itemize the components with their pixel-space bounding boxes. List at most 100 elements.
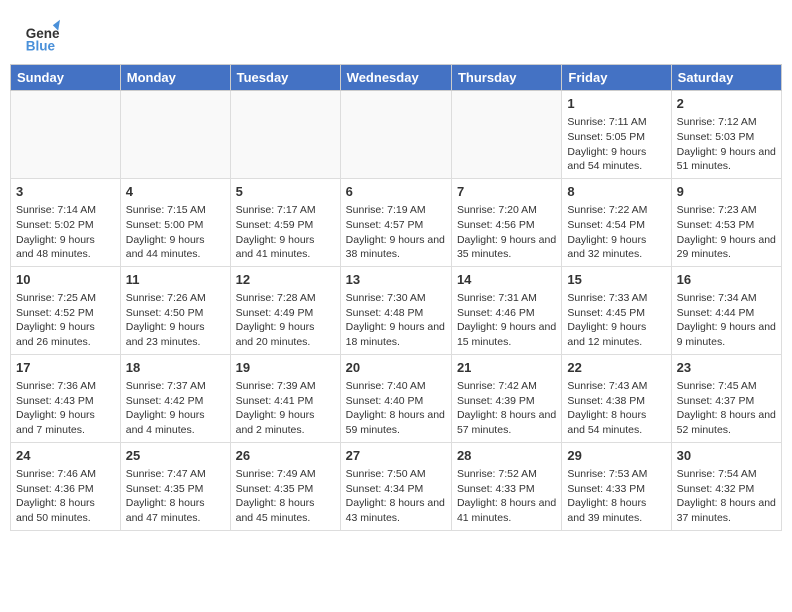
day-cell: 20 Sunrise: 7:40 AM Sunset: 4:40 PM Dayli… — [340, 354, 451, 442]
day-number: 12 — [236, 271, 335, 289]
day-cell: 11 Sunrise: 7:26 AM Sunset: 4:50 PM Dayli… — [120, 266, 230, 354]
weekday-row: SundayMondayTuesdayWednesdayThursdayFrid… — [11, 65, 782, 91]
day-info: Sunrise: 7:50 AM Sunset: 4:34 PM Dayligh… — [346, 467, 446, 526]
day-info: Sunrise: 7:54 AM Sunset: 4:32 PM Dayligh… — [677, 467, 776, 526]
day-info: Sunrise: 7:39 AM Sunset: 4:41 PM Dayligh… — [236, 379, 335, 438]
day-info: Sunrise: 7:11 AM Sunset: 5:05 PM Dayligh… — [567, 115, 665, 174]
day-cell: 1 Sunrise: 7:11 AM Sunset: 5:05 PM Daylig… — [562, 91, 671, 179]
day-cell: 5 Sunrise: 7:17 AM Sunset: 4:59 PM Daylig… — [230, 178, 340, 266]
day-number: 21 — [457, 359, 556, 377]
day-info: Sunrise: 7:17 AM Sunset: 4:59 PM Dayligh… — [236, 203, 335, 262]
day-number: 14 — [457, 271, 556, 289]
day-number: 8 — [567, 183, 665, 201]
logo: General Blue — [24, 18, 64, 54]
day-number: 25 — [126, 447, 225, 465]
day-info: Sunrise: 7:15 AM Sunset: 5:00 PM Dayligh… — [126, 203, 225, 262]
day-info: Sunrise: 7:52 AM Sunset: 4:33 PM Dayligh… — [457, 467, 556, 526]
week-row-5: 24 Sunrise: 7:46 AM Sunset: 4:36 PM Dayli… — [11, 442, 782, 530]
day-info: Sunrise: 7:34 AM Sunset: 4:44 PM Dayligh… — [677, 291, 776, 350]
day-number: 23 — [677, 359, 776, 377]
svg-text:Blue: Blue — [26, 38, 56, 53]
day-number: 2 — [677, 95, 776, 113]
day-number: 9 — [677, 183, 776, 201]
day-cell: 2 Sunrise: 7:12 AM Sunset: 5:03 PM Daylig… — [671, 91, 781, 179]
day-info: Sunrise: 7:14 AM Sunset: 5:02 PM Dayligh… — [16, 203, 115, 262]
day-number: 24 — [16, 447, 115, 465]
week-row-1: 1 Sunrise: 7:11 AM Sunset: 5:05 PM Daylig… — [11, 91, 782, 179]
day-cell: 25Sunrise: 7:47 AM Sunset: 4:35 PM Dayli… — [120, 442, 230, 530]
weekday-header-sunday: Sunday — [11, 65, 121, 91]
day-cell: 6Sunrise: 7:19 AM Sunset: 4:57 PM Daylig… — [340, 178, 451, 266]
day-number: 22 — [567, 359, 665, 377]
day-cell: 16 Sunrise: 7:34 AM Sunset: 4:44 PM Dayli… — [671, 266, 781, 354]
day-number: 11 — [126, 271, 225, 289]
day-number: 26 — [236, 447, 335, 465]
day-cell: 7 Sunrise: 7:20 AM Sunset: 4:56 PM Daylig… — [451, 178, 561, 266]
day-info: Sunrise: 7:40 AM Sunset: 4:40 PM Dayligh… — [346, 379, 446, 438]
day-number: 29 — [567, 447, 665, 465]
day-info: Sunrise: 7:20 AM Sunset: 4:56 PM Dayligh… — [457, 203, 556, 262]
day-cell: 23 Sunrise: 7:45 AM Sunset: 4:37 PM Dayli… — [671, 354, 781, 442]
day-number: 15 — [567, 271, 665, 289]
day-cell: 18 Sunrise: 7:37 AM Sunset: 4:42 PM Dayli… — [120, 354, 230, 442]
day-cell: 29 Sunrise: 7:53 AM Sunset: 4:33 PM Dayli… — [562, 442, 671, 530]
page-header: General Blue — [0, 0, 792, 64]
day-cell: 9 Sunrise: 7:23 AM Sunset: 4:53 PM Daylig… — [671, 178, 781, 266]
day-info: Sunrise: 7:31 AM Sunset: 4:46 PM Dayligh… — [457, 291, 556, 350]
day-number: 13 — [346, 271, 446, 289]
day-cell: 22 Sunrise: 7:43 AM Sunset: 4:38 PM Dayli… — [562, 354, 671, 442]
day-cell: 14 Sunrise: 7:31 AM Sunset: 4:46 PM Dayli… — [451, 266, 561, 354]
day-number: 20 — [346, 359, 446, 377]
day-number: 28 — [457, 447, 556, 465]
day-number: 17 — [16, 359, 115, 377]
weekday-header-thursday: Thursday — [451, 65, 561, 91]
day-cell: 27 Sunrise: 7:50 AM Sunset: 4:34 PM Dayli… — [340, 442, 451, 530]
day-number: 10 — [16, 271, 115, 289]
day-number: 27 — [346, 447, 446, 465]
day-info: Sunrise: 7:19 AM Sunset: 4:57 PM Dayligh… — [346, 203, 446, 262]
week-row-4: 17 Sunrise: 7:36 AM Sunset: 4:43 PM Dayli… — [11, 354, 782, 442]
day-info: Sunrise: 7:30 AM Sunset: 4:48 PM Dayligh… — [346, 291, 446, 350]
calendar-wrap: SundayMondayTuesdayWednesdayThursdayFrid… — [0, 64, 792, 541]
weekday-header-wednesday: Wednesday — [340, 65, 451, 91]
day-info: Sunrise: 7:26 AM Sunset: 4:50 PM Dayligh… — [126, 291, 225, 350]
day-number: 1 — [567, 95, 665, 113]
day-cell: 21 Sunrise: 7:42 AM Sunset: 4:39 PM Dayli… — [451, 354, 561, 442]
day-info: Sunrise: 7:28 AM Sunset: 4:49 PM Dayligh… — [236, 291, 335, 350]
day-info: Sunrise: 7:43 AM Sunset: 4:38 PM Dayligh… — [567, 379, 665, 438]
day-cell: 17 Sunrise: 7:36 AM Sunset: 4:43 PM Dayli… — [11, 354, 121, 442]
day-info: Sunrise: 7:22 AM Sunset: 4:54 PM Dayligh… — [567, 203, 665, 262]
day-info: Sunrise: 7:23 AM Sunset: 4:53 PM Dayligh… — [677, 203, 776, 262]
day-info: Sunrise: 7:46 AM Sunset: 4:36 PM Dayligh… — [16, 467, 115, 526]
day-info: Sunrise: 7:53 AM Sunset: 4:33 PM Dayligh… — [567, 467, 665, 526]
day-cell: 8 Sunrise: 7:22 AM Sunset: 4:54 PM Daylig… — [562, 178, 671, 266]
day-info: Sunrise: 7:25 AM Sunset: 4:52 PM Dayligh… — [16, 291, 115, 350]
day-number: 7 — [457, 183, 556, 201]
day-cell: 13 Sunrise: 7:30 AM Sunset: 4:48 PM Dayli… — [340, 266, 451, 354]
day-number: 16 — [677, 271, 776, 289]
logo-icon: General Blue — [24, 18, 60, 54]
day-number: 5 — [236, 183, 335, 201]
day-cell: 24 Sunrise: 7:46 AM Sunset: 4:36 PM Dayli… — [11, 442, 121, 530]
day-info: Sunrise: 7:36 AM Sunset: 4:43 PM Dayligh… — [16, 379, 115, 438]
weekday-header-tuesday: Tuesday — [230, 65, 340, 91]
day-cell — [11, 91, 121, 179]
day-info: Sunrise: 7:37 AM Sunset: 4:42 PM Dayligh… — [126, 379, 225, 438]
day-number: 30 — [677, 447, 776, 465]
day-cell: 30 Sunrise: 7:54 AM Sunset: 4:32 PM Dayli… — [671, 442, 781, 530]
day-cell: 19 Sunrise: 7:39 AM Sunset: 4:41 PM Dayli… — [230, 354, 340, 442]
day-info: Sunrise: 7:45 AM Sunset: 4:37 PM Dayligh… — [677, 379, 776, 438]
day-number: 18 — [126, 359, 225, 377]
day-info: Sunrise: 7:12 AM Sunset: 5:03 PM Dayligh… — [677, 115, 776, 174]
day-number: 3 — [16, 183, 115, 201]
day-info: Sunrise: 7:42 AM Sunset: 4:39 PM Dayligh… — [457, 379, 556, 438]
weekday-header-monday: Monday — [120, 65, 230, 91]
day-cell: 26Sunrise: 7:49 AM Sunset: 4:35 PM Dayli… — [230, 442, 340, 530]
weekday-header-friday: Friday — [562, 65, 671, 91]
day-number: 4 — [126, 183, 225, 201]
day-cell: 4 Sunrise: 7:15 AM Sunset: 5:00 PM Daylig… — [120, 178, 230, 266]
calendar-body: 1 Sunrise: 7:11 AM Sunset: 5:05 PM Daylig… — [11, 91, 782, 531]
day-number: 19 — [236, 359, 335, 377]
day-cell: 10 Sunrise: 7:25 AM Sunset: 4:52 PM Dayli… — [11, 266, 121, 354]
week-row-3: 10 Sunrise: 7:25 AM Sunset: 4:52 PM Dayli… — [11, 266, 782, 354]
